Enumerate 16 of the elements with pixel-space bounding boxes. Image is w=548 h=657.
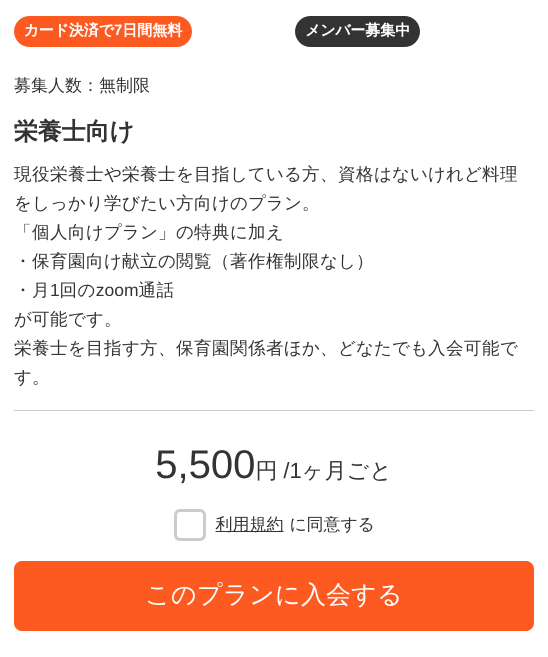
price-period: /1ヶ月ごと xyxy=(283,457,393,485)
status-badge: カード決済で7日間無料 xyxy=(14,16,192,46)
description-line: が可能です。 xyxy=(14,308,123,331)
agree-text: に同意する xyxy=(290,514,374,536)
price-amount: 5,500 xyxy=(155,442,256,489)
terms-link[interactable]: 利用規約 xyxy=(216,512,284,538)
agree-checkbox[interactable] xyxy=(174,509,206,541)
description-line: 栄養士を目指す方、保育園関係者ほか、どなたでも入会可能です。 xyxy=(14,337,519,389)
status-badge: メンバー募集中 xyxy=(295,16,420,46)
capacity-text: 募集人数：無制限 xyxy=(14,74,151,96)
description-line: ・月1回のzoom通話 xyxy=(14,279,176,302)
description-line: 「個人向けプラン」の特典に加え xyxy=(14,221,285,244)
price-unit: 円 xyxy=(255,457,278,485)
plan-title: 栄養士向け xyxy=(14,117,136,147)
description-line: ・保育園向け献立の閲覧（著作権制限なし） xyxy=(14,250,375,273)
description-line: 現役栄養士や栄養士を目指している方、資格はないけれど料理をしっかり学びたい方向けのプラン。 xyxy=(14,163,519,215)
